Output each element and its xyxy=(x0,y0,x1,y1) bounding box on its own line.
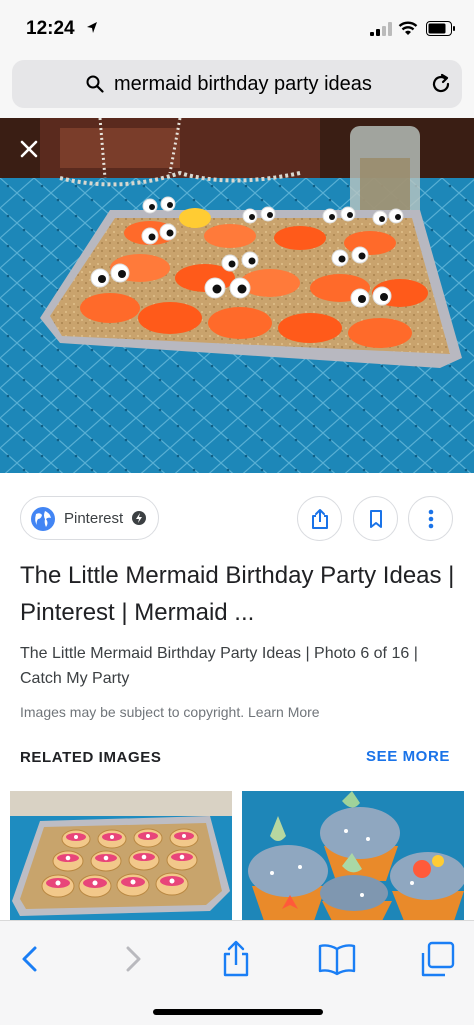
related-image-2[interactable] xyxy=(242,791,464,921)
reload-icon[interactable] xyxy=(430,73,452,95)
save-bookmark-button[interactable] xyxy=(353,496,398,541)
more-options-button[interactable] xyxy=(408,496,453,541)
search-icon xyxy=(86,75,104,93)
open-book-icon xyxy=(318,944,356,976)
address-bar[interactable]: mermaid birthday party ideas xyxy=(12,60,462,108)
share-icon xyxy=(223,940,249,977)
chevron-right-icon xyxy=(126,946,141,972)
copyright-notice[interactable]: Images may be subject to copyright. Lear… xyxy=(20,704,320,720)
tabs-icon xyxy=(421,941,455,977)
source-label: Pinterest xyxy=(64,510,124,527)
bookmark-icon xyxy=(370,510,382,528)
home-indicator xyxy=(153,1009,323,1015)
status-bar: 12:24 xyxy=(0,0,474,56)
chevron-left-icon xyxy=(22,946,37,972)
wifi-icon xyxy=(398,21,418,35)
browser-top-bar: mermaid birthday party ideas xyxy=(0,56,474,118)
location-arrow-icon xyxy=(87,22,97,33)
globe-icon xyxy=(31,507,55,531)
bookmarks-button[interactable] xyxy=(315,937,359,981)
browser-bottom-toolbar xyxy=(0,920,474,1025)
share-button[interactable] xyxy=(297,496,342,541)
clam-cookies-photo xyxy=(10,791,232,921)
source-chip[interactable]: Pinterest xyxy=(20,496,159,540)
close-icon[interactable] xyxy=(14,134,44,164)
related-images-heading: RELATED IMAGES xyxy=(20,749,162,766)
forward-button[interactable] xyxy=(111,937,155,981)
result-description: The Little Mermaid Birthday Party Ideas … xyxy=(20,645,418,687)
share-icon xyxy=(312,509,328,529)
result-title[interactable]: The Little Mermaid Birthday Party Ideas … xyxy=(20,557,460,631)
amp-lightning-icon xyxy=(132,511,146,525)
crab-snack-tray-photo xyxy=(0,118,474,473)
back-button[interactable] xyxy=(8,937,52,981)
see-more-link[interactable]: SEE MORE xyxy=(366,748,450,765)
related-image-1[interactable] xyxy=(10,791,232,921)
clock: 12:24 xyxy=(26,18,75,39)
hero-image[interactable] xyxy=(0,118,474,473)
battery-icon xyxy=(426,21,455,36)
mermaid-cupcakes-photo xyxy=(242,791,464,921)
search-query-text[interactable]: mermaid birthday party ideas xyxy=(114,73,372,96)
more-vert-icon xyxy=(428,509,434,529)
tabs-button[interactable] xyxy=(415,937,459,981)
cellular-signal-icon xyxy=(370,22,392,36)
share-page-button[interactable] xyxy=(214,937,258,981)
